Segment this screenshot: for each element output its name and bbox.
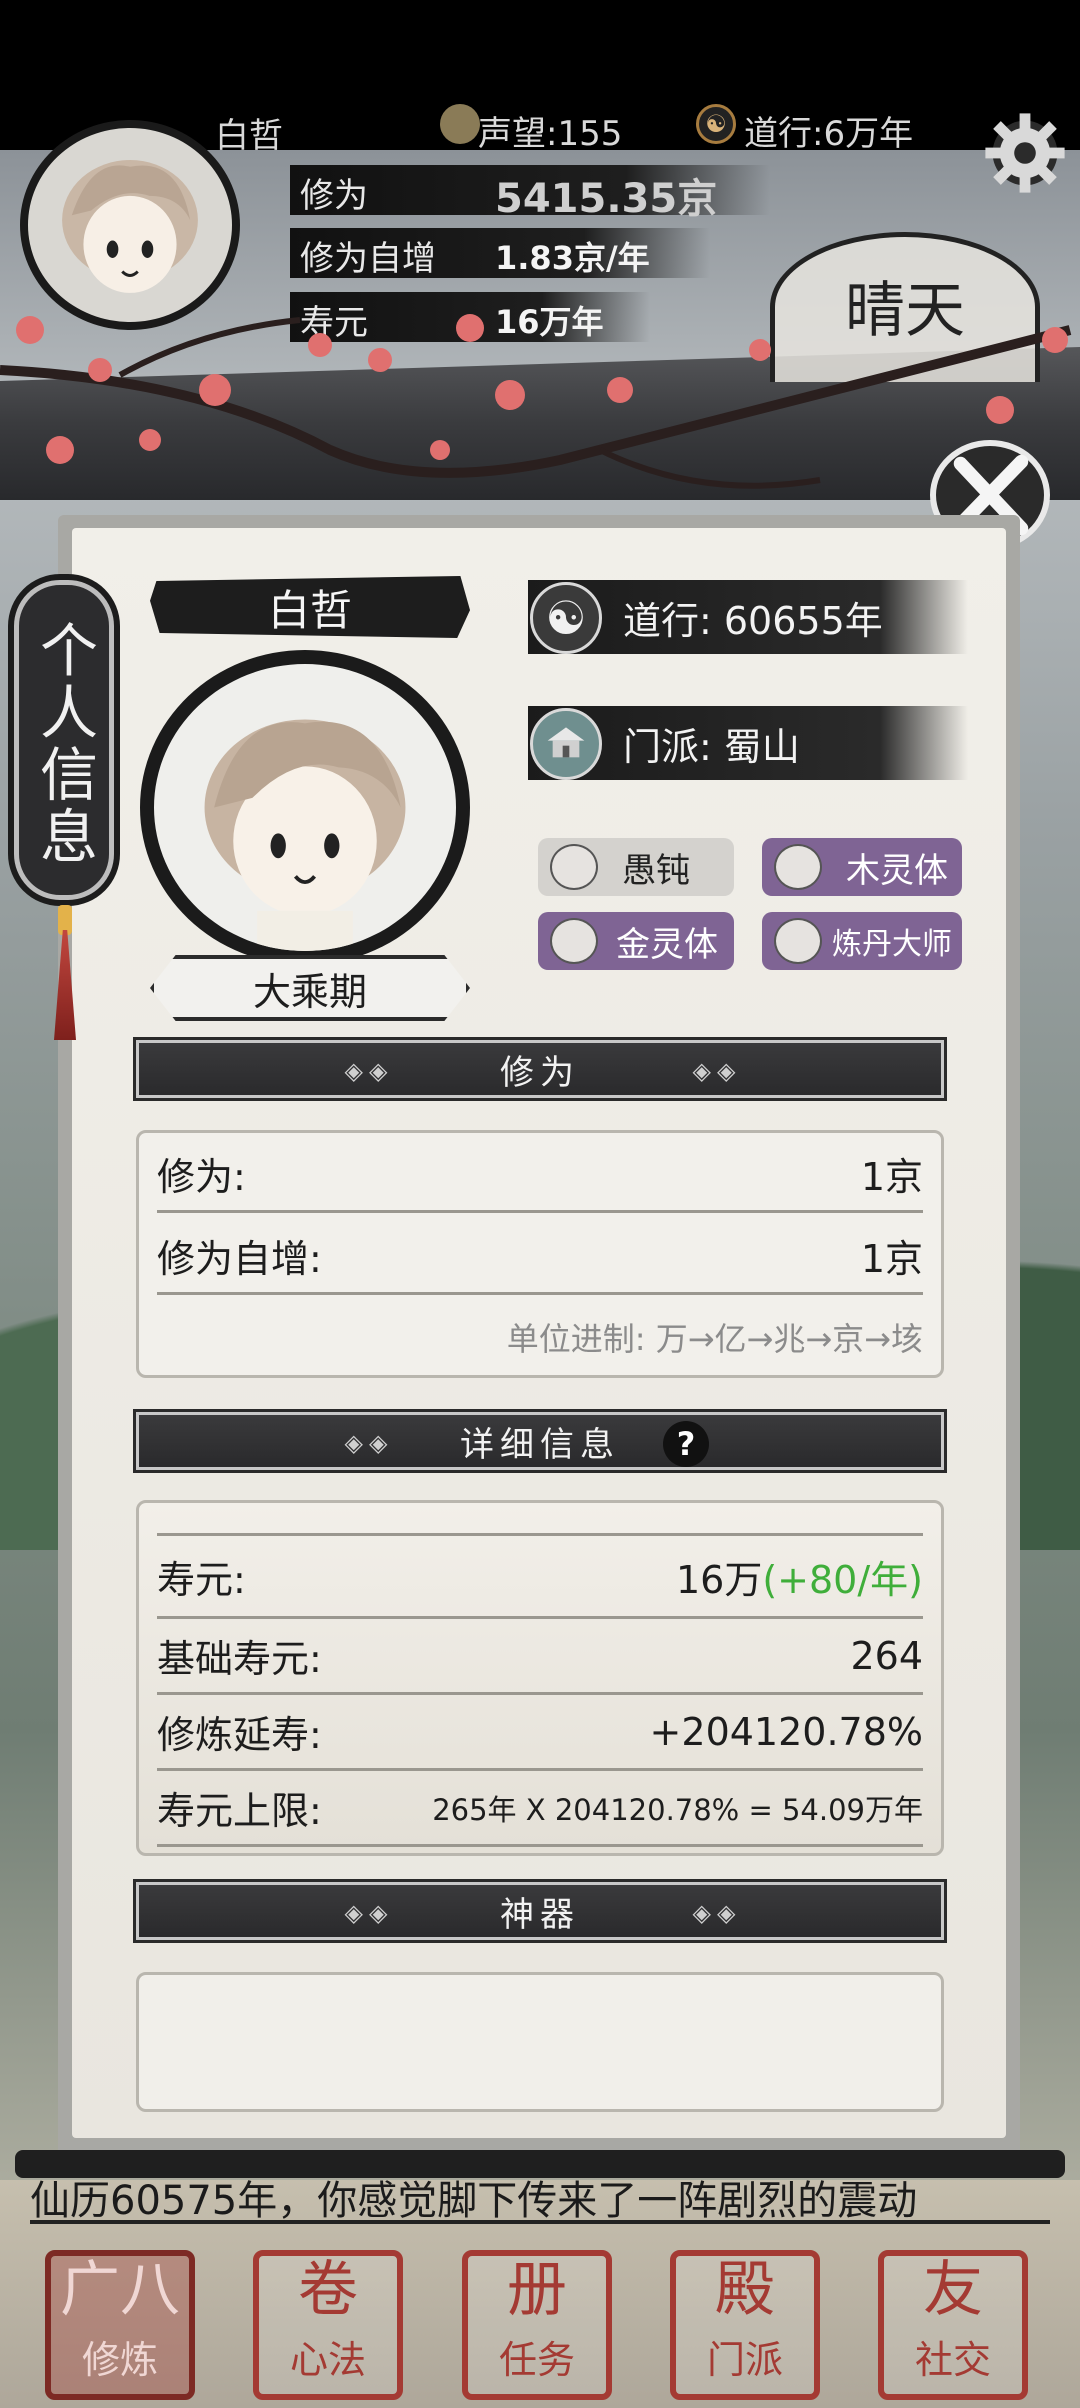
realm-badge: 大乘期 [150,955,470,1021]
temple-icon [530,708,602,780]
row-value: 1京 [860,1155,923,1199]
plum-blossom-branch [0,314,1072,489]
taiji-icon: ☯ [696,104,736,144]
hud-cultivation-label: 修为 [300,176,368,216]
row-label: 寿元: [157,1557,246,1602]
cultivation-box: 修为: 1京 修为自增: 1京 单位进制: 万→亿→兆→京→垓 [136,1130,944,1378]
hud-cultivation-value: 5415.35京 [495,176,718,222]
diamond-ornament-icon: ◈◈ [344,1899,394,1927]
trait-label: 愚钝 [622,850,690,891]
row-label: 修炼延寿: [157,1713,322,1757]
unit-note-row: 单位进制: 万→亿→兆→京→垓 [157,1299,923,1375]
hud-cult-increase-label: 修为自增 [300,239,436,279]
row-value: 16万 [675,1557,763,1602]
scroll-icon [550,844,598,890]
hud-reputation: 声望:155 [478,114,623,154]
diamond-ornament-icon: ◈◈ [344,1057,394,1085]
trait-label: 金灵体 [616,924,718,965]
nav-label: 修炼 [81,2338,158,2382]
section-header-details: ◈◈ 详细信息 ? [136,1412,944,1470]
section-title: 修为 [500,1052,580,1093]
book-icon: 册 [507,2255,567,2325]
cultivation-row: 修为: 1京 [157,1137,923,1213]
row-label: 修为: [157,1155,246,1199]
cultivate-icon: 广八 [60,2255,180,2325]
hud-player-name: 白哲 [215,116,283,156]
trait-label: 炼丹大师 [832,927,952,962]
scroll-icon: 卷 [298,2255,358,2325]
nav-label: 心法 [289,2338,366,2382]
social-icon: 友 [923,2255,983,2325]
row-value: 264 [850,1633,923,1678]
nav-quest-button[interactable]: 册 任务 [462,2250,612,2400]
profile-sect: 门派: 蜀山 [623,724,800,769]
tab-personal-info-label: 个人信息 [30,620,98,868]
trait-badge[interactable]: 炼丹大师 [762,912,962,970]
nav-sect-button[interactable]: 殿 门派 [670,2250,820,2400]
base-lifespan-row: 基础寿元: 264 [157,1619,923,1695]
row-label: 修为自增: [157,1237,322,1281]
row-value: 1京 [860,1237,923,1281]
lifespan-cap-row: 寿元上限: 265年 X 204120.78% = 54.09万年 [157,1771,923,1847]
row-value-wrap: 16万(+80/年) [676,1549,923,1604]
section-header-artifact: ◈◈ 神器 ◈◈ [136,1882,944,1940]
fist-icon [774,844,822,890]
row-value: +204120.78% [649,1709,923,1754]
reputation-icon [440,104,480,144]
nav-social-button[interactable]: 友 社交 [878,2250,1028,2400]
settings-gear-icon[interactable] [980,108,1070,198]
section-header-cultivation: ◈◈ 修为 ◈◈ [136,1040,944,1098]
hud-cult-increase-value: 1.83京/年 [495,239,650,277]
nav-label: 门派 [706,2338,783,2382]
profile-portrait [140,650,470,965]
hud-daoxing: 道行:6万年 [744,114,914,154]
trait-badge[interactable]: 愚钝 [538,838,734,896]
profile-daoxing: 道行: 60655年 [623,598,883,643]
cultivation-increase-row: 修为自增: 1京 [157,1219,923,1295]
unit-note: 单位进制: 万→亿→兆→京→垓 [506,1320,923,1358]
taiji-icon: ☯ [530,582,602,654]
row-label: 基础寿元: [157,1637,322,1681]
trait-badge[interactable]: 金灵体 [538,912,734,970]
nav-cultivate-button[interactable]: 广八 修炼 [45,2250,195,2400]
nav-label: 社交 [914,2338,991,2382]
scroll-icon [774,918,822,964]
longevity-bonus-row: 修炼延寿: +204120.78% [157,1695,923,1771]
diamond-ornament-icon: ◈◈ [692,1057,742,1085]
row-value: 265年 X 204120.78% = 54.09万年 [432,1792,923,1827]
nav-method-button[interactable]: 卷 心法 [253,2250,403,2400]
trait-badge[interactable]: 木灵体 [762,838,962,896]
profile-name: 白哲 [150,576,470,638]
section-title: 神器 [500,1894,580,1935]
diamond-ornament-icon: ◈◈ [692,1899,742,1927]
news-ticker: 仙历60575年，你感觉脚下传来了一阵剧烈的震动 [30,2168,1050,2224]
details-box: 寿元: 16万(+80/年) 基础寿元: 264 修炼延寿: +204120.7… [136,1500,944,1856]
section-title: 详细信息 [460,1424,620,1465]
artifact-box [136,1972,944,2112]
diamond-ornament-icon: ◈◈ [344,1429,394,1457]
lifespan-growth: (+80/年) [762,1557,923,1602]
nav-label: 任务 [498,2338,575,2382]
scroll-icon [550,918,598,964]
row-label: 寿元上限: [157,1789,322,1833]
lifespan-row: 寿元: 16万(+80/年) [157,1533,923,1619]
help-icon[interactable]: ? [663,1421,709,1467]
trait-label: 木灵体 [846,850,948,891]
temple-icon: 殿 [715,2255,775,2325]
